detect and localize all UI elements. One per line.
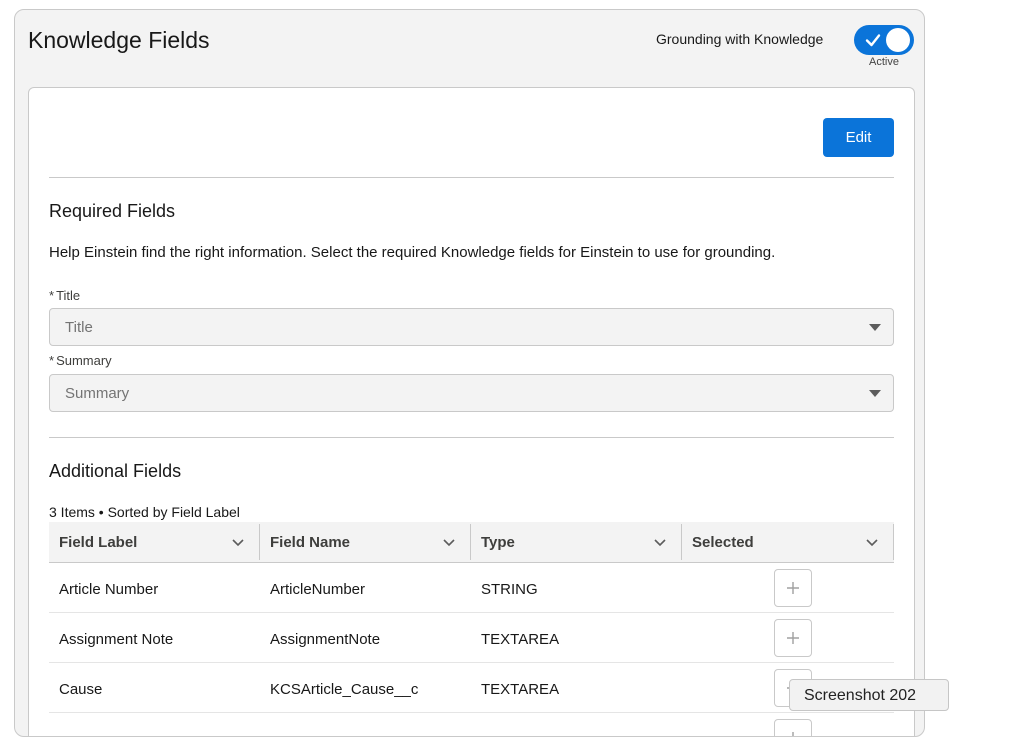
column-field-label[interactable]: Field Label bbox=[49, 522, 260, 562]
grounding-toggle[interactable] bbox=[854, 25, 914, 55]
check-icon bbox=[865, 34, 881, 47]
toggle-status-text: Active bbox=[869, 56, 899, 68]
fields-panel: Edit Required Fields Help Einstein find … bbox=[28, 87, 915, 736]
plus-icon bbox=[792, 732, 794, 736]
chevron-down-icon[interactable] bbox=[443, 536, 455, 548]
add-field-button[interactable] bbox=[774, 569, 812, 607]
field-name-cell: ArticleNumber bbox=[270, 581, 366, 598]
type-cell: TEXTAREA bbox=[481, 631, 560, 648]
screenshot-tooltip: Screenshot 202 bbox=[789, 679, 949, 711]
field-name-cell: KCSArticle_Cause__c bbox=[270, 681, 419, 698]
toggle-knob bbox=[886, 28, 910, 52]
table-row-partial bbox=[49, 713, 894, 736]
divider bbox=[49, 437, 894, 438]
required-asterisk: * bbox=[49, 288, 55, 303]
caret-down-icon bbox=[869, 324, 881, 331]
grounding-toggle-label: Grounding with Knowledge bbox=[656, 31, 824, 47]
field-label-cell: Assignment Note bbox=[59, 631, 174, 648]
required-fields-title: Required Fields bbox=[49, 201, 176, 221]
additional-fields-table: Field Label Field Name Type Selected Art… bbox=[49, 522, 894, 736]
page-title: Knowledge Fields bbox=[28, 27, 210, 53]
table-row: Cause KCSArticle_Cause__c TEXTAREA bbox=[49, 663, 894, 713]
type-cell: TEXTAREA bbox=[481, 681, 560, 698]
divider bbox=[49, 177, 894, 178]
chevron-down-icon[interactable] bbox=[654, 536, 666, 548]
table-header: Field Label Field Name Type Selected bbox=[49, 522, 894, 563]
edit-button[interactable]: Edit bbox=[823, 118, 894, 157]
field-name-cell: AssignmentNote bbox=[270, 631, 381, 648]
summary-select[interactable]: Summary bbox=[49, 374, 894, 412]
add-field-button[interactable] bbox=[774, 619, 812, 657]
type-cell: STRING bbox=[481, 581, 538, 598]
tooltip-text: Screenshot 202 bbox=[804, 687, 917, 704]
title-select-placeholder: Title bbox=[65, 319, 93, 336]
table-row: Article Number ArticleNumber STRING bbox=[49, 563, 894, 613]
add-field-button[interactable] bbox=[774, 719, 812, 736]
field-label-cell: Cause bbox=[59, 681, 103, 698]
field-label-cell: Article Number bbox=[59, 581, 159, 598]
chevron-down-icon[interactable] bbox=[866, 536, 878, 548]
column-selected[interactable]: Selected bbox=[682, 522, 894, 562]
plus-icon bbox=[787, 632, 799, 644]
column-field-name[interactable]: Field Name bbox=[260, 522, 471, 562]
column-type[interactable]: Type bbox=[471, 522, 682, 562]
table-row: Assignment Note AssignmentNote TEXTAREA bbox=[49, 613, 894, 663]
title-field-label: * Title bbox=[49, 288, 81, 303]
required-fields-help: Help Einstein find the right information… bbox=[49, 244, 776, 261]
knowledge-fields-card: Knowledge Fields Grounding with Knowledg… bbox=[14, 9, 925, 737]
title-select[interactable]: Title bbox=[49, 308, 894, 346]
column-divider[interactable] bbox=[893, 524, 894, 560]
summary-select-placeholder: Summary bbox=[65, 385, 130, 402]
summary-field-label: * Summary bbox=[49, 353, 112, 368]
caret-down-icon bbox=[869, 390, 881, 397]
chevron-down-icon[interactable] bbox=[232, 536, 244, 548]
items-count: 3 Items • Sorted by Field Label bbox=[49, 504, 240, 520]
additional-fields-title: Additional Fields bbox=[49, 461, 182, 481]
required-asterisk: * bbox=[49, 353, 55, 368]
plus-icon bbox=[787, 582, 799, 594]
